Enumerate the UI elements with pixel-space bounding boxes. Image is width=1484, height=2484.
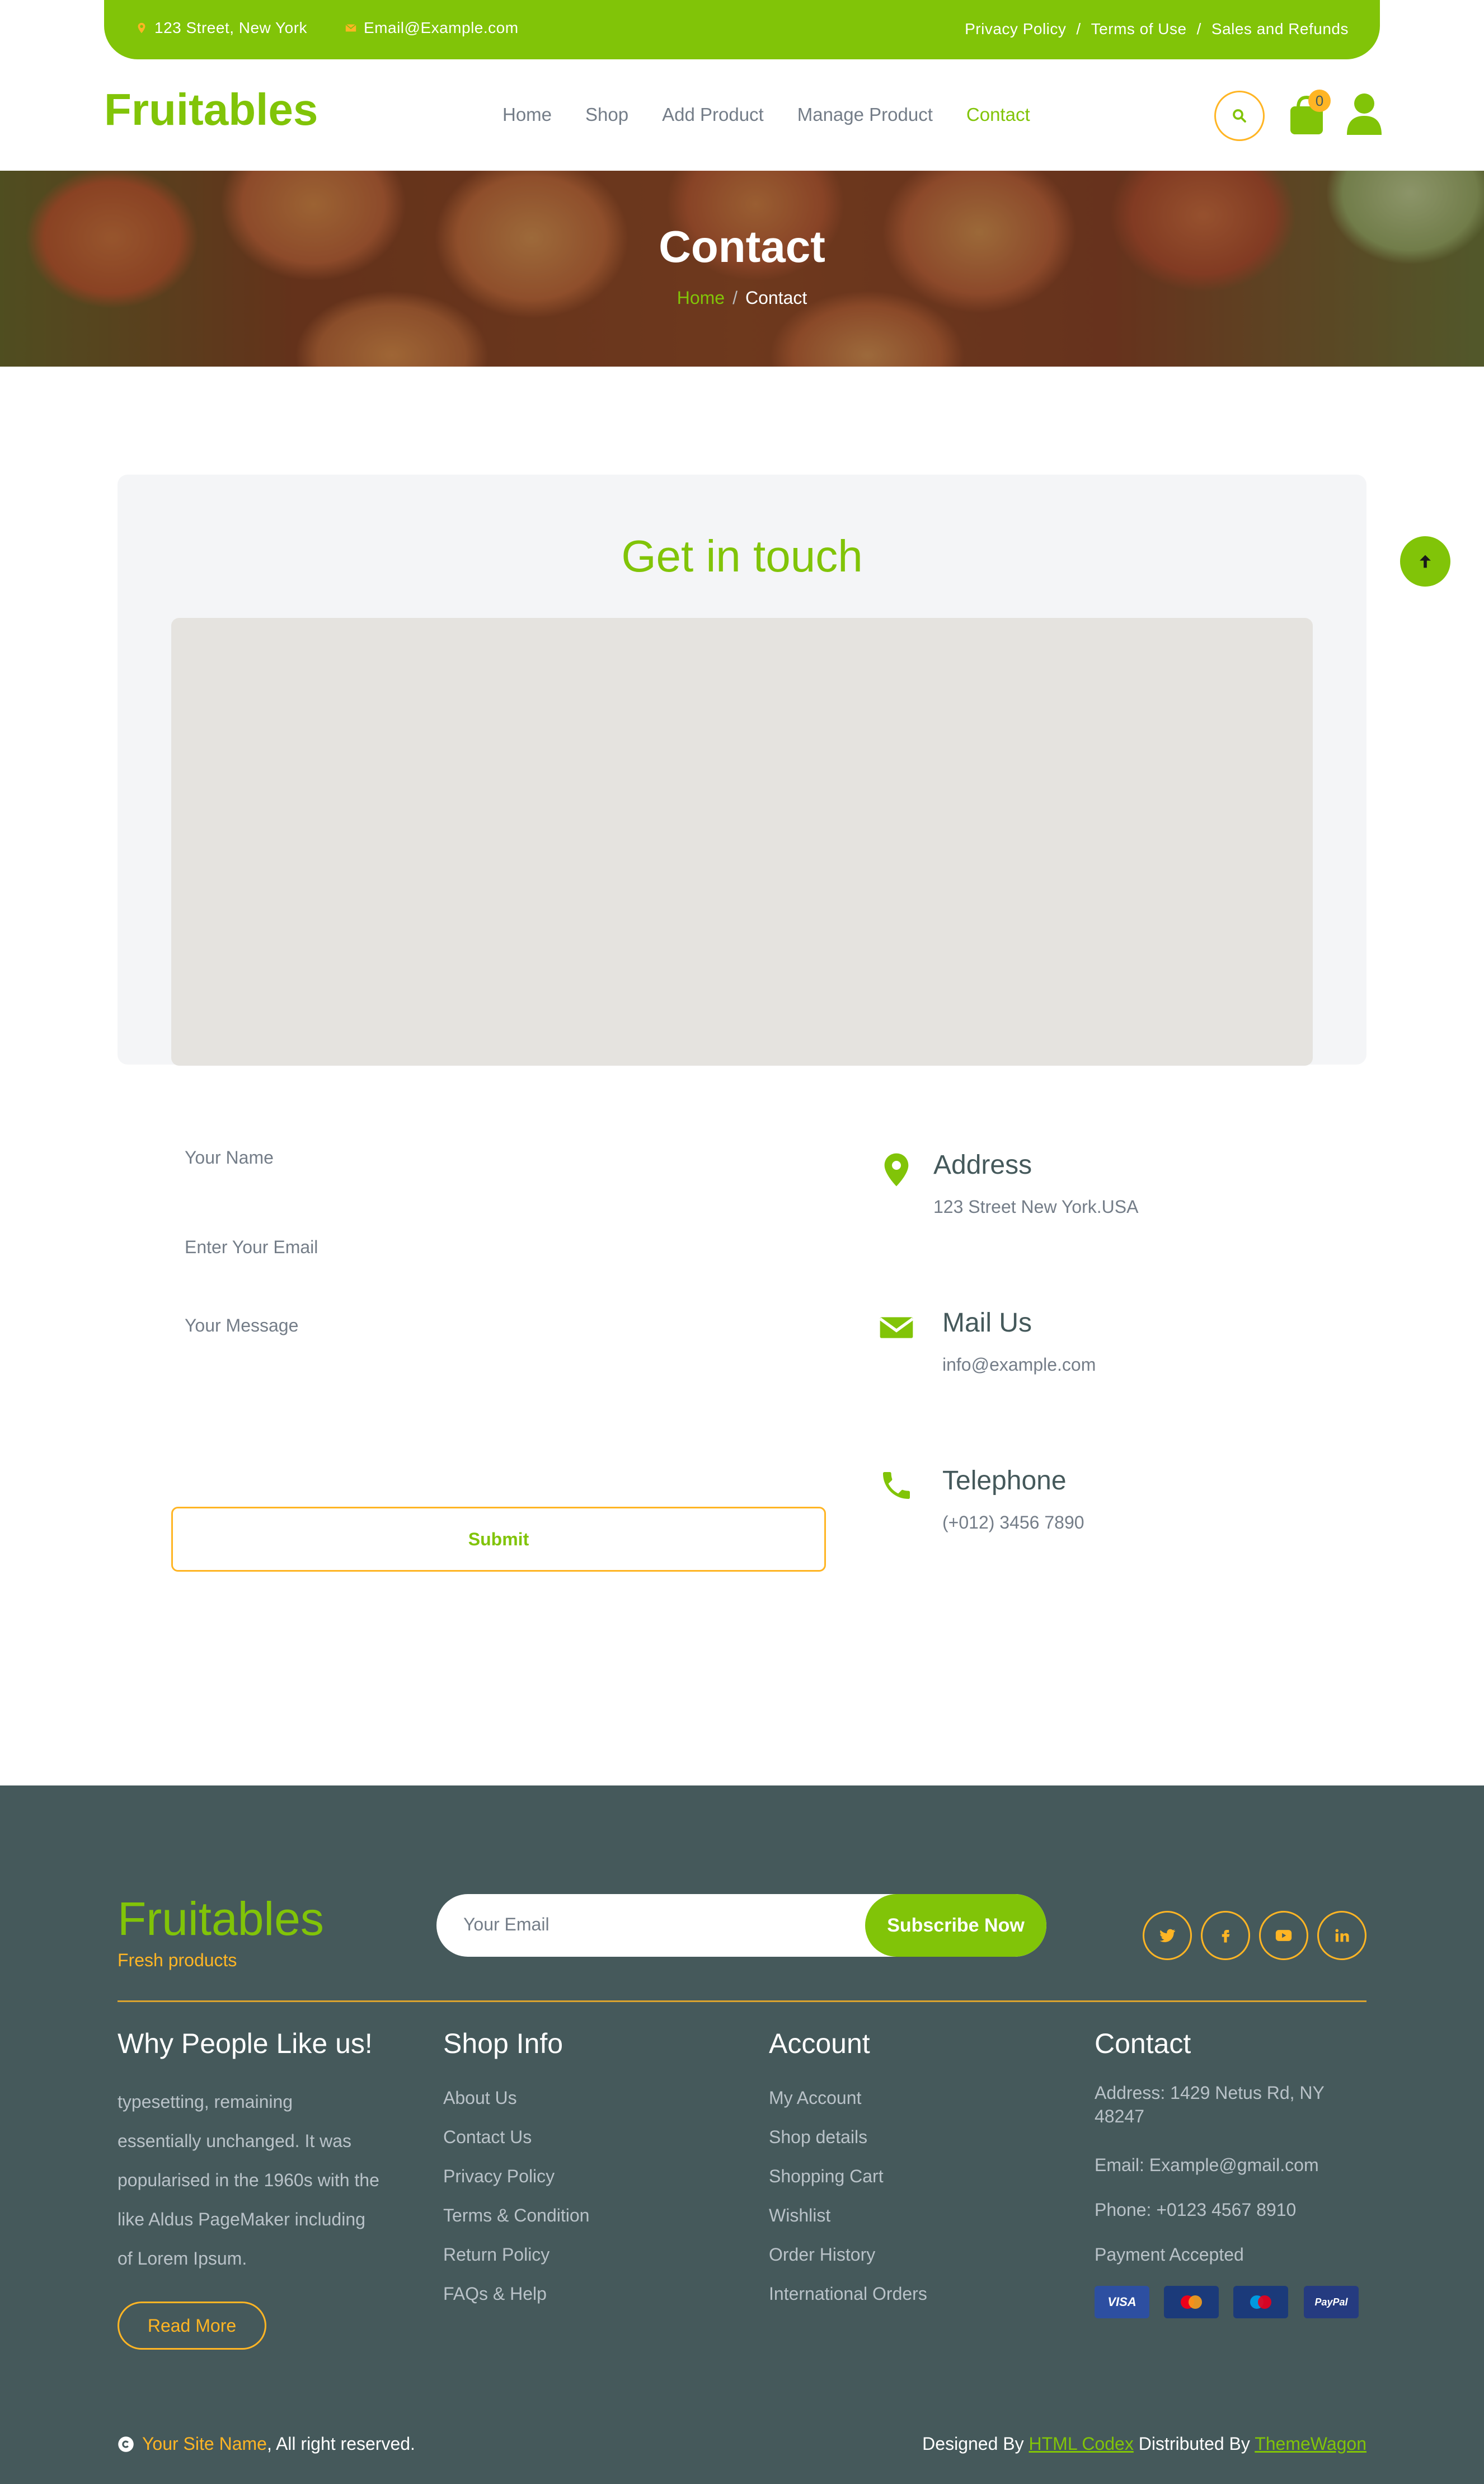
twitter-button[interactable] — [1143, 1911, 1192, 1960]
address-card-value: 123 Street New York.USA — [933, 1197, 1139, 1217]
search-icon — [1233, 109, 1246, 123]
footer-contact-email: Email: Example@gmail.com — [1095, 2155, 1319, 2175]
footer-link-shop-details[interactable]: Shop details — [769, 2127, 867, 2148]
topbar-address: 123 Street, New York — [135, 19, 307, 37]
footer-tagline: Fresh products — [118, 1950, 237, 1970]
telephone-card-title: Telephone — [942, 1466, 1067, 1496]
paypal-card-icon: PayPal — [1304, 2286, 1359, 2318]
page-title: Contact — [659, 222, 825, 271]
contact-heading: Get in touch — [621, 531, 863, 581]
email-input[interactable]: Enter Your Email — [171, 1216, 826, 1278]
youtube-icon — [1275, 1930, 1292, 1941]
why-text: typesetting, remaining essentially uncha… — [118, 2092, 379, 2269]
nav-contact[interactable]: Contact — [966, 104, 1030, 125]
message-textarea[interactable]: Your Message — [171, 1305, 826, 1453]
topbar-links: Privacy Policy / Terms of Use / Sales an… — [965, 20, 1349, 38]
payment-accepted-label: Payment Accepted — [1095, 2244, 1244, 2265]
map-embed[interactable] — [171, 618, 1313, 1066]
maestro-card-icon — [1233, 2286, 1288, 2318]
nav-home[interactable]: Home — [503, 104, 552, 125]
footer-contact-title: Contact — [1095, 2028, 1191, 2059]
breadcrumb-current: Contact — [745, 288, 807, 308]
topbar-email-text: Email@Example.com — [364, 19, 519, 36]
account-title: Account — [769, 2028, 870, 2059]
footer-contact-phone: Phone: +0123 4567 8910 — [1095, 2200, 1297, 2220]
credits: Designed By HTML Codex Distributed By Th… — [922, 2434, 1366, 2454]
subscribe-button[interactable]: Subscribe Now — [865, 1894, 1046, 1957]
main-nav: Home Shop Add Product Manage Product Con… — [503, 104, 1064, 125]
footer-divider — [118, 2000, 1366, 2002]
envelope-icon — [345, 24, 356, 32]
why-title: Why People Like us! — [118, 2028, 373, 2059]
footer-link-shopping-cart[interactable]: Shopping Cart — [769, 2166, 884, 2187]
youtube-button[interactable] — [1259, 1911, 1308, 1960]
footer-link-return-policy[interactable]: Return Policy — [443, 2244, 550, 2265]
envelope-icon — [879, 1317, 914, 1338]
themewagon-link[interactable]: ThemeWagon — [1255, 2434, 1366, 2454]
visa-card-icon: VISA — [1095, 2286, 1149, 2318]
twitter-icon — [1159, 1929, 1176, 1942]
map-marker-icon — [138, 22, 145, 34]
cart-count-badge: 0 — [1308, 90, 1331, 112]
topbar: 123 Street, New York Email@Example.com P… — [104, 0, 1380, 59]
nav-shop[interactable]: Shop — [585, 104, 628, 125]
copyright: Your Site Name, All right reserved. — [118, 2434, 415, 2454]
footer-link-order-history[interactable]: Order History — [769, 2244, 875, 2265]
mail-card: Mail Us info@example.com — [853, 1284, 1313, 1414]
privacy-policy-link[interactable]: Privacy Policy — [965, 20, 1066, 38]
footer-brand[interactable]: Fruitables — [118, 1892, 324, 1946]
footer-link-international-orders[interactable]: International Orders — [769, 2284, 927, 2304]
breadcrumb-separator: / — [732, 288, 738, 308]
footer-link-my-account[interactable]: My Account — [769, 2088, 861, 2108]
contact-panel: Get in touch — [118, 475, 1366, 1066]
terms-link[interactable]: Terms of Use — [1091, 20, 1187, 38]
back-to-top-button[interactable] — [1400, 536, 1450, 587]
telephone-card-value[interactable]: (+012) 3456 7890 — [942, 1512, 1084, 1533]
mail-card-title: Mail Us — [942, 1308, 1032, 1338]
nav-manage-product[interactable]: Manage Product — [797, 104, 933, 125]
arrow-up-icon — [1420, 555, 1431, 568]
html-codex-link[interactable]: HTML Codex — [1029, 2434, 1134, 2454]
topbar-address-text: 123 Street, New York — [154, 19, 308, 36]
mail-card-value[interactable]: info@example.com — [942, 1355, 1096, 1375]
submit-button[interactable]: Submit — [171, 1507, 826, 1572]
linkedin-button[interactable] — [1317, 1911, 1366, 1960]
footer-link-terms[interactable]: Terms & Condition — [443, 2205, 589, 2226]
breadcrumb: Home / Contact — [0, 288, 1484, 308]
sales-refunds-link[interactable]: Sales and Refunds — [1211, 20, 1349, 38]
linkedin-icon — [1335, 1929, 1349, 1942]
copyright-icon — [118, 2436, 134, 2452]
subscribe-placeholder: Your Email — [463, 1914, 550, 1934]
read-more-button[interactable]: Read More — [118, 2302, 266, 2350]
footer-link-contact-us[interactable]: Contact Us — [443, 2127, 532, 2148]
facebook-button[interactable] — [1201, 1911, 1250, 1960]
search-button[interactable] — [1214, 91, 1265, 141]
separator: / — [1076, 20, 1081, 38]
breadcrumb-home[interactable]: Home — [677, 288, 725, 308]
footer-contact-address: Address: 1429 Netus Rd, NY 48247 — [1095, 2083, 1325, 2126]
phone-icon — [883, 1472, 910, 1499]
address-card-title: Address — [933, 1150, 1032, 1180]
brand-logo[interactable]: Fruitables — [104, 84, 318, 135]
facebook-icon — [1222, 1930, 1230, 1943]
footer-link-faqs[interactable]: FAQs & Help — [443, 2284, 547, 2304]
user-icon[interactable] — [1346, 92, 1383, 135]
site-name-link[interactable]: Your Site Name — [142, 2434, 267, 2454]
footer-link-about-us[interactable]: About Us — [443, 2088, 517, 2108]
distributed-by-prefix: Distributed By — [1138, 2434, 1250, 2454]
footer-link-wishlist[interactable]: Wishlist — [769, 2205, 830, 2226]
nav-add-product[interactable]: Add Product — [662, 104, 764, 125]
mastercard-icon — [1164, 2286, 1219, 2318]
separator: / — [1196, 20, 1201, 38]
topbar-email[interactable]: Email@Example.com — [345, 19, 519, 37]
telephone-card: Telephone (+012) 3456 7890 — [853, 1442, 1313, 1572]
footer-link-privacy-policy[interactable]: Privacy Policy — [443, 2166, 555, 2187]
map-marker-icon — [884, 1153, 909, 1187]
name-input[interactable]: Your Name — [171, 1126, 826, 1189]
designed-by-prefix: Designed By — [922, 2434, 1024, 2454]
copyright-text: , All right reserved. — [266, 2434, 415, 2454]
shop-info-title: Shop Info — [443, 2028, 563, 2059]
address-card: Address 123 Street New York.USA — [853, 1126, 1313, 1256]
